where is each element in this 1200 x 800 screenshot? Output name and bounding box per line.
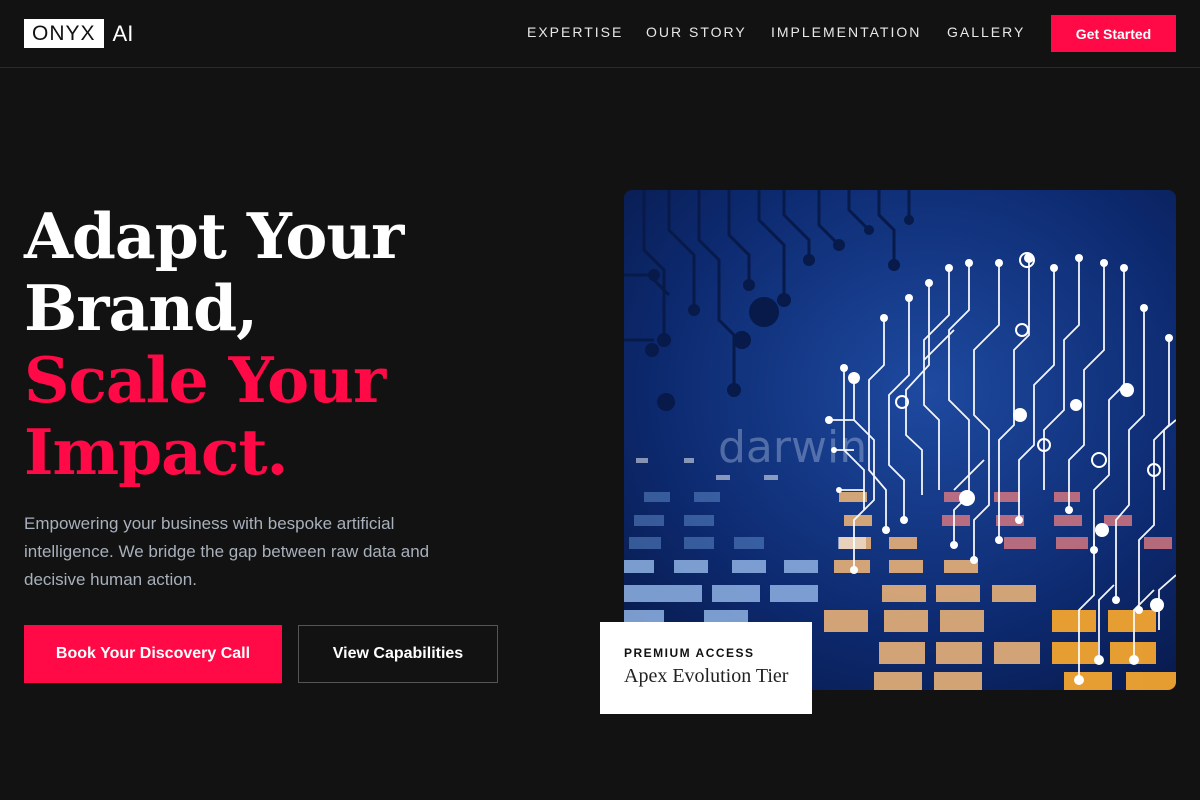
badge-title: Apex Evolution Tier [624, 665, 789, 687]
logo-mark: ONYX [24, 19, 104, 48]
headline-line-1: Adapt Your [24, 199, 404, 273]
headline-line-2: Brand, [24, 271, 258, 345]
badge-label: PREMIUM ACCESS [624, 646, 755, 660]
circuit-brain-illustration: darwin [624, 190, 1176, 690]
nav-gallery[interactable]: GALLERY [947, 24, 1025, 40]
get-started-button[interactable]: Get Started [1051, 15, 1176, 52]
headline-line-4: Impact. [24, 415, 288, 489]
site-header: ONYX AI EXPERTISE OUR STORY IMPLEMENTATI… [0, 0, 1200, 68]
hero-headline: Adapt Your Brand, Scale Your Impact. [24, 199, 404, 489]
view-capabilities-button[interactable]: View Capabilities [298, 625, 498, 683]
premium-access-badge: PREMIUM ACCESS Apex Evolution Tier [600, 622, 812, 714]
book-discovery-call-button[interactable]: Book Your Discovery Call [24, 625, 282, 683]
hero-description: Empowering your business with bespoke ar… [24, 514, 430, 589]
headline-line-3: Scale Your [24, 343, 386, 417]
logo-suffix: AI [112, 20, 134, 46]
nav-implementation[interactable]: IMPLEMENTATION [771, 24, 921, 40]
circuit-brain-image: darwin [624, 190, 1176, 690]
logo[interactable]: ONYX AI [24, 19, 133, 48]
nav-expertise[interactable]: EXPERTISE [527, 24, 623, 40]
nav-our-story[interactable]: OUR STORY [646, 24, 747, 40]
